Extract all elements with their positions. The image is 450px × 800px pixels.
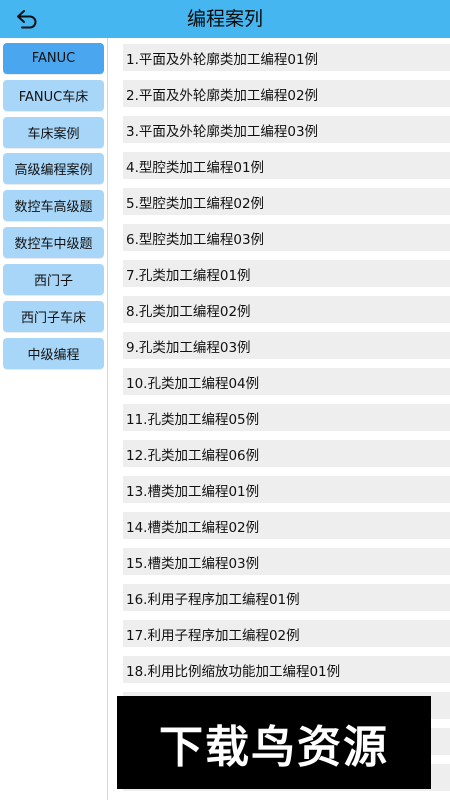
- list-item[interactable]: 17.利用子程序加工编程02例: [123, 620, 450, 647]
- sidebar-item-siemens[interactable]: 西门子: [3, 264, 104, 295]
- list-item[interactable]: 18.利用比例缩放功能加工编程01例: [123, 656, 450, 683]
- list-item[interactable]: 10.孔类加工编程04例: [123, 368, 450, 395]
- list-item[interactable]: 6.型腔类加工编程03例: [123, 224, 450, 251]
- sidebar-item-intermediate[interactable]: 中级编程: [3, 338, 104, 369]
- list-item[interactable]: 15.槽类加工编程03例: [123, 548, 450, 575]
- list-item[interactable]: 9.孔类加工编程03例: [123, 332, 450, 359]
- list-item[interactable]: 14.槽类加工编程02例: [123, 512, 450, 539]
- top-bar: 编程案列: [0, 0, 450, 38]
- watermark-overlay: 下载鸟资源: [117, 696, 431, 789]
- page-title: 编程案列: [186, 8, 263, 30]
- category-sidebar: FANUC FANUC车床 车床案例 高级编程案例 数控车高级题 数控车中级题 …: [0, 38, 108, 800]
- list-item[interactable]: 8.孔类加工编程02例: [123, 296, 450, 323]
- sidebar-item-fanuc-lathe[interactable]: FANUC车床: [3, 80, 104, 111]
- sidebar-item-cnc-lathe-intermediate[interactable]: 数控车中级题: [3, 227, 104, 258]
- list-item[interactable]: 5.型腔类加工编程02例: [123, 188, 450, 215]
- list-item[interactable]: 13.槽类加工编程01例: [123, 476, 450, 503]
- sidebar-item-advanced-cases[interactable]: 高级编程案例: [3, 153, 104, 184]
- list-item[interactable]: 2.平面及外轮廓类加工编程02例: [123, 80, 450, 107]
- list-item[interactable]: 4.型腔类加工编程01例: [123, 152, 450, 179]
- list-item[interactable]: 16.利用子程序加工编程01例: [123, 584, 450, 611]
- sidebar-item-cnc-lathe-advanced[interactable]: 数控车高级题: [3, 190, 104, 221]
- list-item[interactable]: 1.平面及外轮廓类加工编程01例: [123, 44, 450, 71]
- list-item[interactable]: 3.平面及外轮廓类加工编程03例: [123, 116, 450, 143]
- sidebar-item-lathe-cases[interactable]: 车床案例: [3, 117, 104, 148]
- watermark-text: 下载鸟资源: [159, 721, 389, 773]
- list-item[interactable]: 7.孔类加工编程01例: [123, 260, 450, 287]
- list-item[interactable]: 12.孔类加工编程06例: [123, 440, 450, 467]
- sidebar-item-siemens-lathe[interactable]: 西门子车床: [3, 301, 104, 332]
- list-item[interactable]: 11.孔类加工编程05例: [123, 404, 450, 431]
- sidebar-item-fanuc[interactable]: FANUC: [3, 43, 104, 74]
